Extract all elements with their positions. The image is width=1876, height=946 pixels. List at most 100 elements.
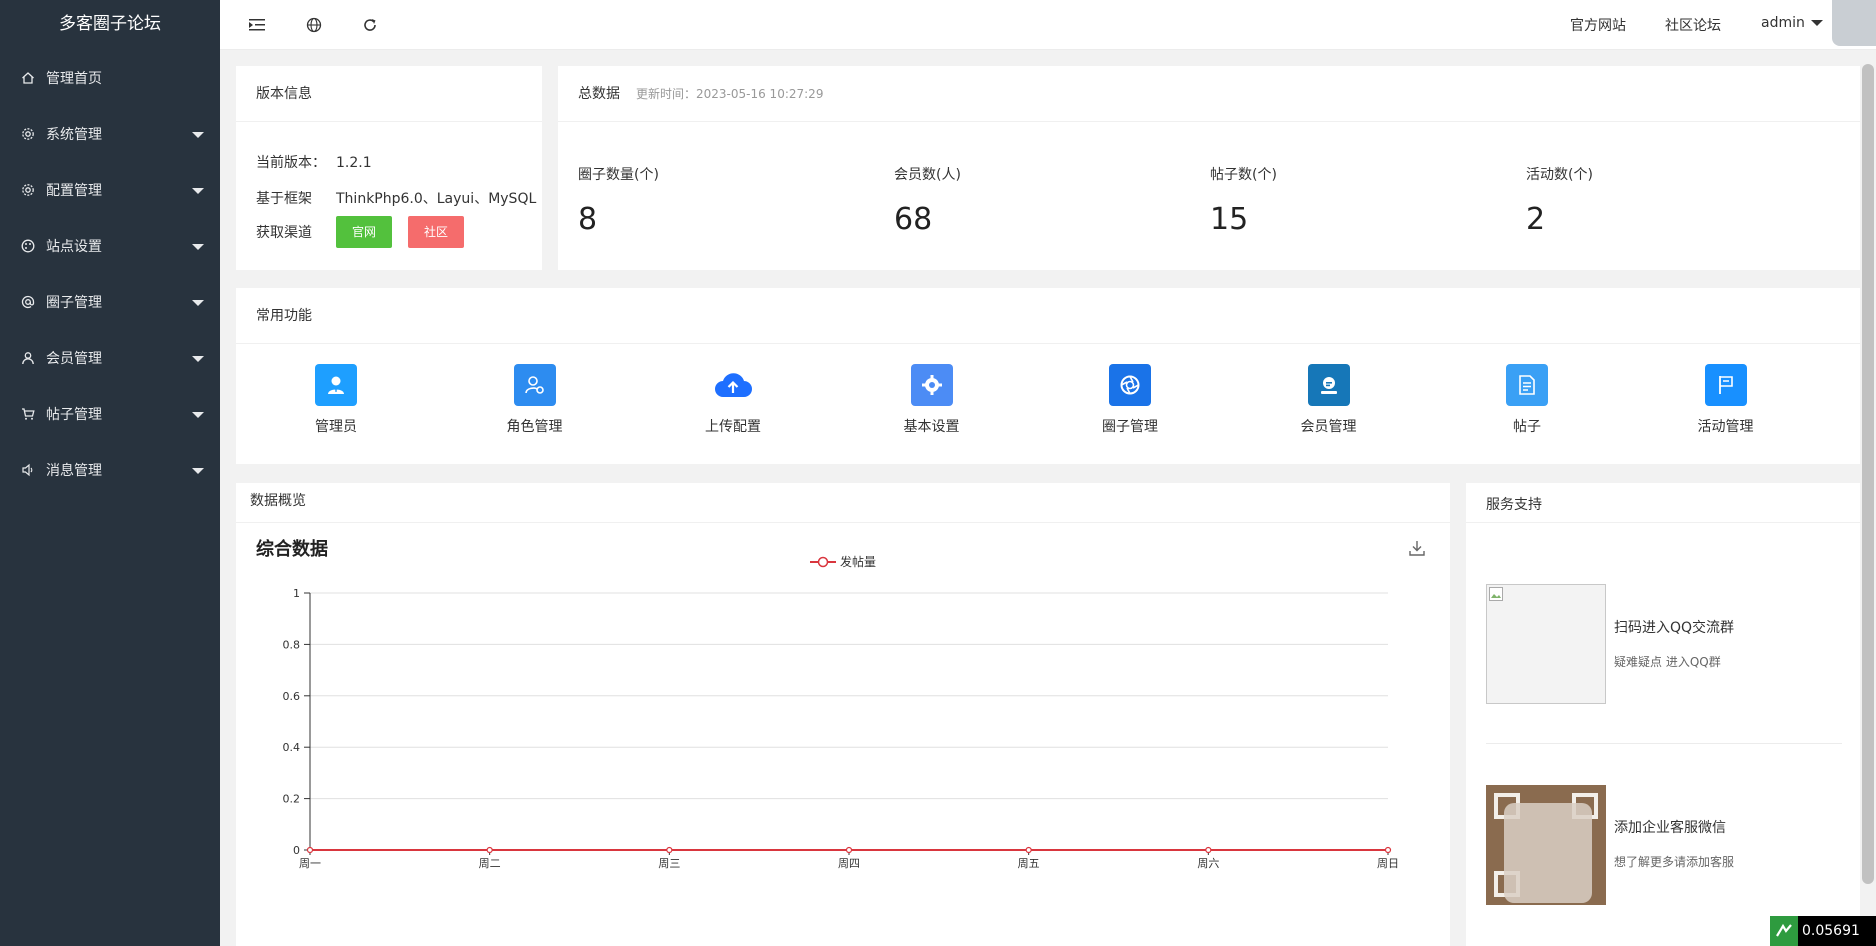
wechat-service-subtitle: 想了解更多请添加客服: [1614, 855, 1735, 869]
legend-line-marker-icon: [810, 556, 836, 567]
sidebar-item-label: 系统管理: [46, 127, 102, 143]
stat-activities: 活动数(个) 2: [1526, 164, 1593, 237]
home-icon: [20, 70, 36, 86]
function-shortcut[interactable]: 基本设置: [887, 364, 977, 436]
function-shortcut[interactable]: 活动管理: [1681, 364, 1771, 436]
sidebar-item[interactable]: 圈子管理: [0, 274, 220, 330]
common-functions-card: 常用功能 管理员 角色管理 上传配置 基本设置 圈子管理 会员管理 帖子 活动管理: [236, 288, 1860, 464]
speaker-icon: [20, 462, 36, 478]
stat-label: 会员数(人): [894, 167, 961, 183]
sidebar-item-label: 管理首页: [46, 71, 102, 87]
data-point: [666, 846, 673, 854]
sidebar-item[interactable]: 管理首页: [0, 50, 220, 106]
stat-circles: 圈子数量(个) 8: [578, 164, 659, 237]
sidebar-item[interactable]: 帖子管理: [0, 386, 220, 442]
framework-key: 基于框架: [256, 191, 312, 207]
y-tick-label: 0: [293, 844, 300, 857]
total-data-card: 总数据 更新时间：2023-05-16 10:27:29 圈子数量(个) 8 会员数…: [558, 66, 1860, 270]
y-tick-label: 0.2: [283, 793, 301, 806]
stock-ticker-widget: 0.05691: [1770, 916, 1876, 946]
stat-posts: 帖子数(个) 15: [1210, 164, 1277, 237]
sidebar-item-label: 会员管理: [46, 351, 102, 367]
x-tick-label: 周五: [1018, 857, 1040, 870]
sidebar-item[interactable]: 会员管理: [0, 330, 220, 386]
download-icon[interactable]: [1408, 539, 1426, 557]
channel-row: 获取渠道 官网 社区: [256, 216, 465, 248]
sidebar-item[interactable]: 消息管理: [0, 442, 220, 498]
version-info-card: 版本信息 当前版本： 1.2.1 基于框架 ThinkPhp6.0、Layui、My…: [236, 66, 542, 270]
official-site-link[interactable]: 官方网站: [1570, 15, 1626, 35]
stat-value: 2: [1526, 202, 1546, 237]
flag-icon: [1704, 364, 1747, 406]
update-time: 更新时间：2023-05-16 10:27:29: [636, 87, 824, 101]
function-label: 角色管理: [506, 419, 563, 435]
sidebar-item-label: 站点设置: [46, 239, 102, 255]
sidebar-item[interactable]: 配置管理: [0, 162, 220, 218]
globe-icon[interactable]: [305, 16, 323, 34]
chart-legend[interactable]: 发帖量: [810, 553, 876, 570]
function-shortcut[interactable]: 会员管理: [1284, 364, 1374, 436]
admin-user-menu[interactable]: admin: [1761, 15, 1823, 31]
sidebar-item-label: 帖子管理: [46, 407, 102, 423]
stat-members: 会员数(人) 68: [894, 164, 961, 237]
sidebar-nav: 管理首页系统管理配置管理站点设置圈子管理会员管理帖子管理消息管理: [0, 50, 220, 498]
y-tick-label: 0.8: [283, 638, 301, 651]
official-site-button[interactable]: 官网: [336, 216, 393, 248]
data-overview-title: 数据概览: [236, 483, 1450, 523]
y-tick-label: 0.4: [283, 741, 301, 754]
ticker-logo-icon: [1770, 916, 1798, 946]
stat-value: 68: [894, 202, 933, 237]
palette-icon: [20, 238, 36, 254]
legend-label: 发帖量: [840, 555, 877, 569]
gear-icon: [20, 182, 36, 198]
at-icon: [20, 294, 36, 310]
function-shortcut[interactable]: 上传配置: [688, 364, 778, 436]
version-row: 当前版本： 1.2.1: [256, 152, 372, 172]
version-card-title: 版本信息: [236, 66, 542, 122]
data-point: [486, 846, 493, 854]
community-forum-link[interactable]: 社区论坛: [1665, 15, 1721, 35]
y-tick-label: 1: [293, 587, 300, 600]
user-icon: [20, 350, 36, 366]
community-button[interactable]: 社区: [408, 216, 465, 248]
admin-user-icon: [315, 364, 357, 406]
total-data-title: 总数据: [578, 86, 620, 102]
wechat-qr-image: [1486, 785, 1606, 905]
sidebar-item[interactable]: 站点设置: [0, 218, 220, 274]
function-label: 圈子管理: [1102, 419, 1158, 435]
line-chart: 0 0.2 0.4 0.6 0.8 1 周一 周二 周三 周四 周五 周六 周日: [283, 587, 1400, 870]
data-point: [845, 846, 853, 854]
framework-value: ThinkPhp6.0、Layui、MySQL: [336, 191, 537, 207]
qq-group-subtitle: 疑难疑点 进入QQ群: [1614, 655, 1721, 669]
function-label: 上传配置: [705, 419, 761, 435]
stat-label: 帖子数(个): [1210, 167, 1277, 183]
function-shortcut[interactable]: 帖子: [1482, 364, 1572, 436]
function-shortcut[interactable]: 管理员: [291, 364, 381, 436]
sidebar: 多客圈子论坛 管理首页系统管理配置管理站点设置圈子管理会员管理帖子管理消息管理: [0, 0, 220, 946]
menu-collapse-icon[interactable]: [248, 16, 266, 34]
x-tick-label: 周二: [479, 857, 501, 870]
function-shortcut[interactable]: 角色管理: [490, 364, 580, 436]
x-tick-label: 周一: [299, 857, 321, 870]
admin-username: admin: [1761, 15, 1805, 31]
document-icon: [1506, 364, 1548, 406]
common-functions-title: 常用功能: [236, 288, 1860, 344]
caret-down-icon: [192, 412, 204, 418]
caret-down-icon: [192, 132, 204, 138]
refresh-icon[interactable]: [361, 16, 379, 34]
stat-label: 圈子数量(个): [578, 167, 659, 183]
data-point: [1384, 846, 1392, 854]
caret-down-icon: [192, 244, 204, 250]
stat-value: 8: [578, 202, 598, 237]
data-point: [306, 846, 314, 854]
qq-group-title[interactable]: 扫码进入QQ交流群: [1614, 617, 1734, 637]
sidebar-item[interactable]: 系统管理: [0, 106, 220, 162]
app-logo-title[interactable]: 多客圈子论坛: [0, 0, 220, 50]
page-scrollbar[interactable]: [1862, 64, 1874, 884]
data-point: [1205, 846, 1212, 854]
x-tick-label: 周四: [838, 857, 860, 870]
caret-down-icon: [192, 188, 204, 194]
x-tick-label: 周六: [1197, 857, 1219, 870]
function-shortcut[interactable]: 圈子管理: [1085, 364, 1175, 436]
wechat-service-title[interactable]: 添加企业客服微信: [1614, 817, 1726, 837]
